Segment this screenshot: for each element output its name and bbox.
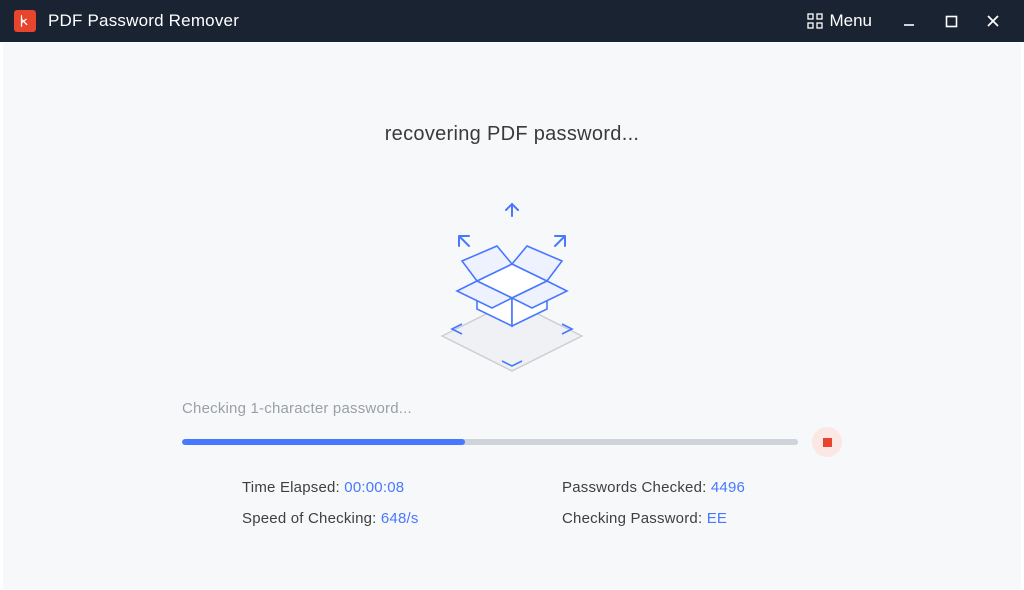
progress-row <box>182 427 842 457</box>
app-title: PDF Password Remover <box>48 11 799 31</box>
window-controls <box>888 0 1014 42</box>
progress-section: Checking 1-character password... Time El… <box>182 400 842 527</box>
menu-grid-icon <box>807 13 823 29</box>
minimize-button[interactable] <box>888 0 930 42</box>
passwords-checked-stat: Passwords Checked: 4496 <box>562 479 745 496</box>
menu-button[interactable]: Menu <box>799 7 880 35</box>
page-title: recovering PDF password... <box>385 123 640 146</box>
content-area: recovering PDF password... <box>2 42 1022 590</box>
status-text: Checking 1-character password... <box>182 400 842 417</box>
stop-button[interactable] <box>812 427 842 457</box>
checking-password-stat: Checking Password: EE <box>562 510 745 527</box>
progress-fill <box>182 439 465 445</box>
menu-label: Menu <box>829 11 872 31</box>
passwords-checked-value: 4496 <box>711 479 745 496</box>
speed-label: Speed of Checking: <box>242 510 381 527</box>
speed-value: 648/s <box>381 510 419 527</box>
time-elapsed-stat: Time Elapsed: 00:00:08 <box>242 479 562 496</box>
stats-grid: Time Elapsed: 00:00:08 Speed of Checking… <box>182 479 842 527</box>
close-icon <box>986 14 1000 28</box>
progress-bar <box>182 439 798 445</box>
stop-icon <box>823 438 832 447</box>
time-elapsed-label: Time Elapsed: <box>242 479 344 496</box>
maximize-button[interactable] <box>930 0 972 42</box>
app-icon <box>14 10 36 32</box>
minimize-icon <box>902 14 916 28</box>
titlebar: PDF Password Remover Menu <box>0 0 1024 42</box>
maximize-icon <box>945 15 958 28</box>
speed-stat: Speed of Checking: 648/s <box>242 510 562 527</box>
passwords-checked-label: Passwords Checked: <box>562 479 711 496</box>
time-elapsed-value: 00:00:08 <box>344 479 404 496</box>
recovery-illustration <box>407 196 617 386</box>
checking-password-label: Checking Password: <box>562 510 707 527</box>
checking-password-value: EE <box>707 510 727 527</box>
close-button[interactable] <box>972 0 1014 42</box>
